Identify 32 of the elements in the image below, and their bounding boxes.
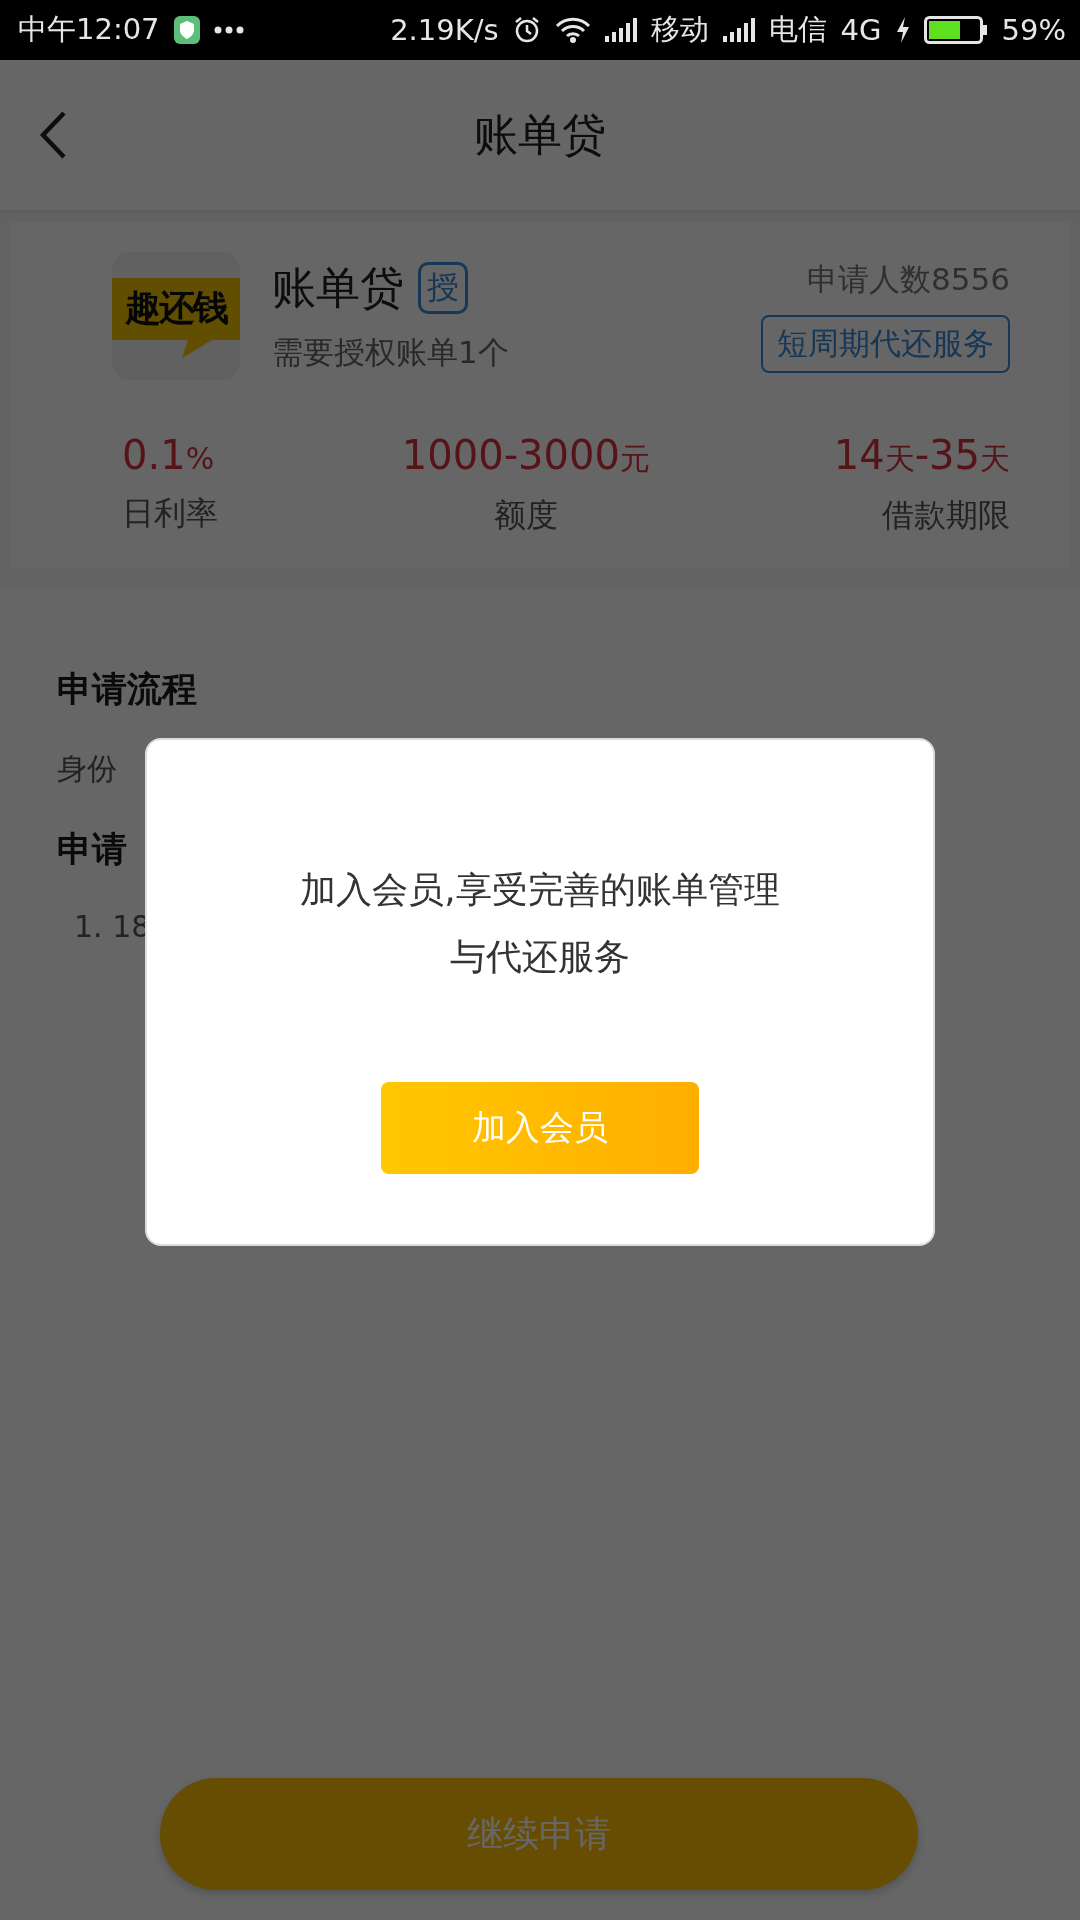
join-button[interactable]: 加入会员 (381, 1082, 699, 1174)
dialog-message: 加入会员,享受完善的账单管理 与代还服务 (300, 868, 780, 979)
app-logo: 趣还钱 (112, 252, 240, 380)
stat-label: 日利率 (122, 493, 218, 534)
network-speed: 2.19K/s (390, 13, 499, 47)
clock-time: 中午12:07 (18, 11, 160, 48)
continue-button[interactable]: 继续申请 (160, 1778, 918, 1890)
stat-value: 14天-35天 (833, 432, 1010, 480)
shield-icon (173, 16, 200, 44)
battery-percent: 59% (1001, 13, 1066, 47)
requirement-text: 需要授权账单1个 (272, 332, 510, 372)
product-name: 账单贷 (272, 260, 404, 315)
carrier-name: 电信 (768, 11, 827, 48)
carrier-name: 移动 (650, 11, 709, 48)
stat-value: 1000-3000元 (401, 432, 650, 480)
charging-icon (895, 17, 910, 43)
battery-icon (923, 16, 988, 44)
network-type: 4G (840, 13, 882, 47)
service-tag: 短周期代还服务 (761, 315, 1010, 373)
back-icon (38, 110, 68, 160)
signal-icon (722, 18, 755, 42)
signal-icon (604, 18, 637, 42)
more-icon (213, 26, 244, 34)
page-title: 账单贷 (474, 107, 606, 162)
wifi-icon (554, 16, 591, 44)
section-heading: 申请 (57, 828, 127, 871)
stat-label: 额度 (493, 495, 558, 536)
section-heading: 申请流程 (57, 668, 197, 711)
stat-label: 借款期限 (882, 495, 1010, 536)
authorization-badge: 授 (418, 262, 468, 314)
body-text: 身份 (57, 750, 117, 788)
stat-value: 0.1% (122, 432, 216, 478)
